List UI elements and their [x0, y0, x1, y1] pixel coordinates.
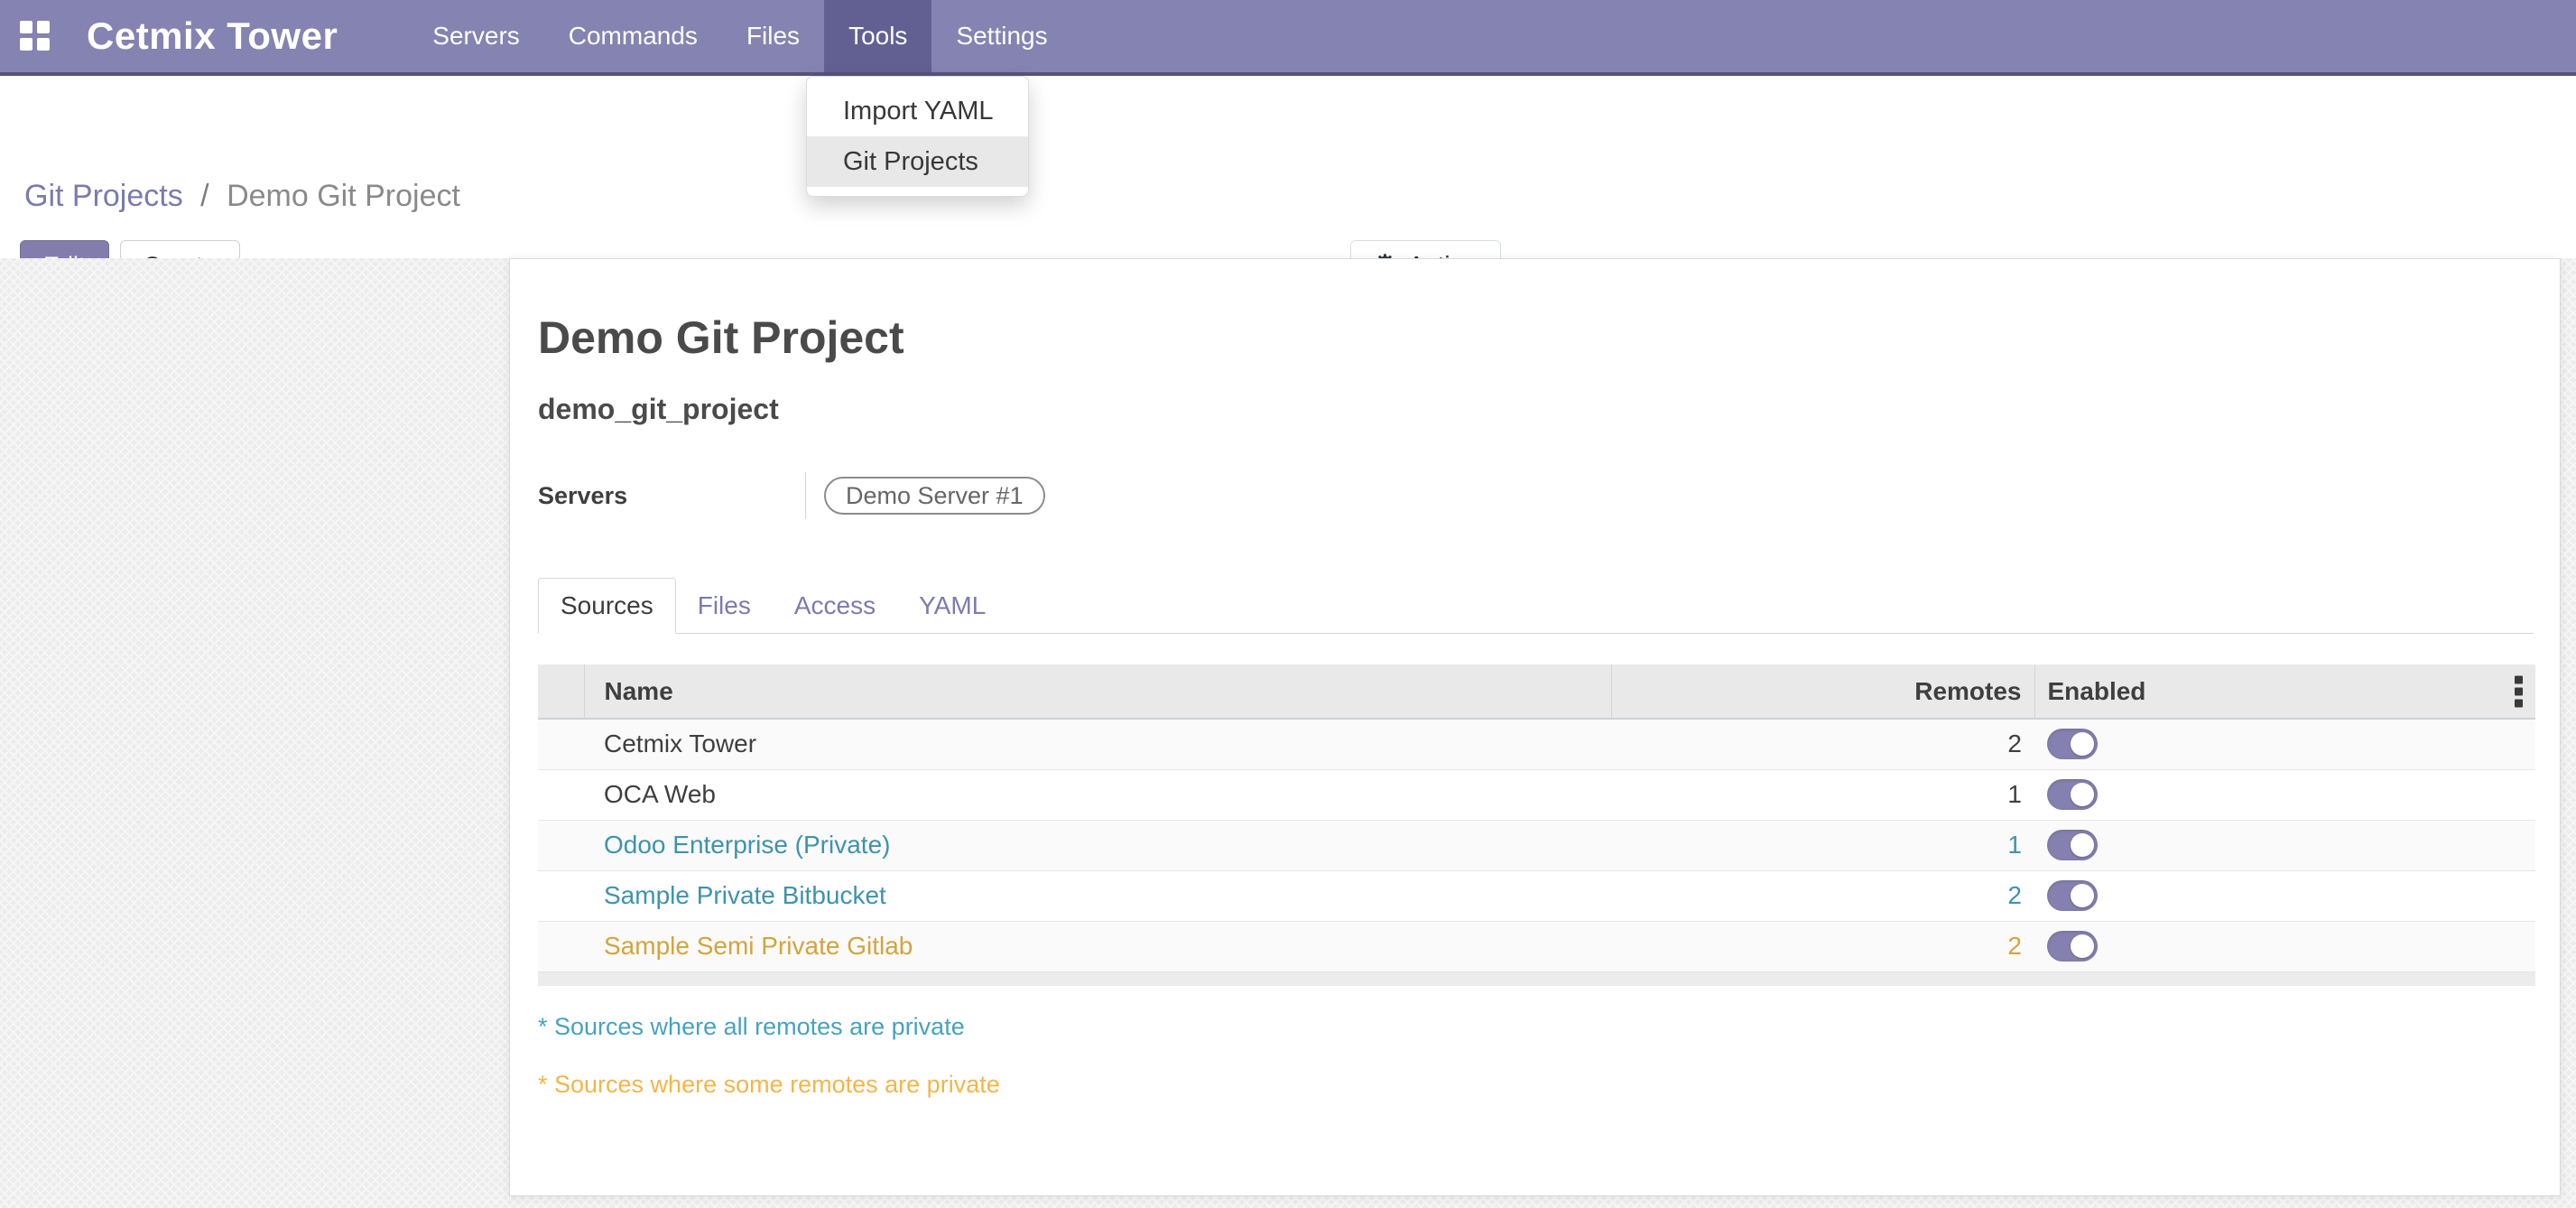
- main-menu: Servers Commands Files Tools Settings: [408, 0, 1071, 72]
- project-name: demo_git_project: [538, 395, 2534, 423]
- source-name[interactable]: Cetmix Tower: [584, 719, 1611, 769]
- row-selector-cell: [538, 820, 584, 870]
- enabled-toggle[interactable]: [2047, 830, 2098, 860]
- optional-columns-icon[interactable]: [2511, 672, 2526, 711]
- row-selector-cell: [538, 870, 584, 921]
- source-remotes: 2: [1611, 719, 2034, 769]
- tab-yaml[interactable]: YAML: [897, 578, 1007, 634]
- column-header-remotes[interactable]: Remotes: [1611, 664, 2034, 719]
- enabled-toggle[interactable]: [2047, 779, 2098, 810]
- apps-grid-icon[interactable]: [20, 21, 51, 51]
- toggle-knob: [2071, 884, 2094, 907]
- top-navbar: Cetmix Tower Servers Commands Files Tool…: [0, 0, 2576, 76]
- source-name[interactable]: Sample Private Bitbucket: [584, 870, 1611, 921]
- table-row[interactable]: Odoo Enterprise (Private) 1: [538, 820, 2535, 870]
- menu-item-commands[interactable]: Commands: [544, 0, 722, 72]
- toggle-knob: [2071, 783, 2094, 806]
- breadcrumb-link-git-projects[interactable]: Git Projects: [24, 179, 183, 213]
- dropdown-item-import-yaml[interactable]: Import YAML: [807, 86, 1028, 136]
- toggle-knob: [2071, 732, 2094, 756]
- column-header-enabled[interactable]: Enabled: [2034, 664, 2535, 719]
- form-card: Demo Git Project demo_git_project Server…: [509, 258, 2561, 1196]
- source-name[interactable]: Sample Semi Private Gitlab: [584, 921, 1611, 971]
- servers-field-label: Servers: [538, 482, 805, 510]
- server-tag[interactable]: Demo Server #1: [824, 477, 1045, 515]
- page-title: Demo Git Project: [538, 315, 2534, 360]
- breadcrumb: Git Projects / Demo Git Project: [24, 179, 460, 214]
- enabled-toggle[interactable]: [2047, 931, 2098, 962]
- menu-item-tools[interactable]: Tools: [824, 0, 931, 72]
- field-divider: [805, 472, 806, 519]
- table-row[interactable]: Cetmix Tower 2: [538, 719, 2535, 769]
- breadcrumb-current: Demo Git Project: [227, 179, 460, 213]
- toggle-knob: [2071, 934, 2094, 958]
- footnote-all-private: * Sources where all remotes are private: [538, 1011, 2534, 1042]
- table-row[interactable]: Sample Semi Private Gitlab 2: [538, 921, 2535, 971]
- menu-item-settings[interactable]: Settings: [931, 0, 1071, 72]
- source-remotes: 2: [1611, 921, 2034, 971]
- menu-item-servers[interactable]: Servers: [408, 0, 543, 72]
- row-selector-cell: [538, 769, 584, 820]
- footnote-some-private: * Sources where some remotes are private: [538, 1069, 2534, 1100]
- control-panel: Git Projects / Demo Git Project Edit Cre…: [0, 76, 2576, 258]
- source-remotes: 2: [1611, 870, 2034, 921]
- dropdown-item-git-projects[interactable]: Git Projects: [807, 136, 1028, 187]
- sources-table: Name Remotes Enabled Cetmix Tower 2 OCA …: [538, 664, 2535, 986]
- table-row[interactable]: OCA Web 1: [538, 769, 2535, 820]
- servers-field: Servers Demo Server #1: [538, 472, 2534, 519]
- toggle-knob: [2071, 833, 2094, 857]
- source-name[interactable]: OCA Web: [584, 769, 1611, 820]
- breadcrumb-separator: /: [191, 179, 218, 213]
- source-name[interactable]: Odoo Enterprise (Private): [584, 820, 1611, 870]
- source-remotes: 1: [1611, 769, 2034, 820]
- table-row[interactable]: Sample Private Bitbucket 2: [538, 870, 2535, 921]
- column-header-name[interactable]: Name: [584, 664, 1611, 719]
- column-header-enabled-label: Enabled: [2048, 677, 2146, 705]
- tools-dropdown: Import YAML Git Projects: [806, 76, 1029, 197]
- app-brand[interactable]: Cetmix Tower: [87, 14, 338, 58]
- enabled-toggle[interactable]: [2047, 729, 2098, 759]
- row-selector-cell: [538, 921, 584, 971]
- table-footer-strip: [538, 971, 2535, 986]
- tab-files[interactable]: Files: [676, 578, 773, 634]
- notebook-tabs: Sources Files Access YAML: [538, 577, 2534, 634]
- source-remotes: 1: [1611, 820, 2034, 870]
- enabled-toggle[interactable]: [2047, 880, 2098, 911]
- selector-column-header: [538, 664, 584, 719]
- table-header-row: Name Remotes Enabled: [538, 664, 2535, 719]
- row-selector-cell: [538, 719, 584, 769]
- tab-access[interactable]: Access: [773, 578, 897, 634]
- tab-sources[interactable]: Sources: [538, 578, 676, 634]
- menu-item-files[interactable]: Files: [722, 0, 824, 72]
